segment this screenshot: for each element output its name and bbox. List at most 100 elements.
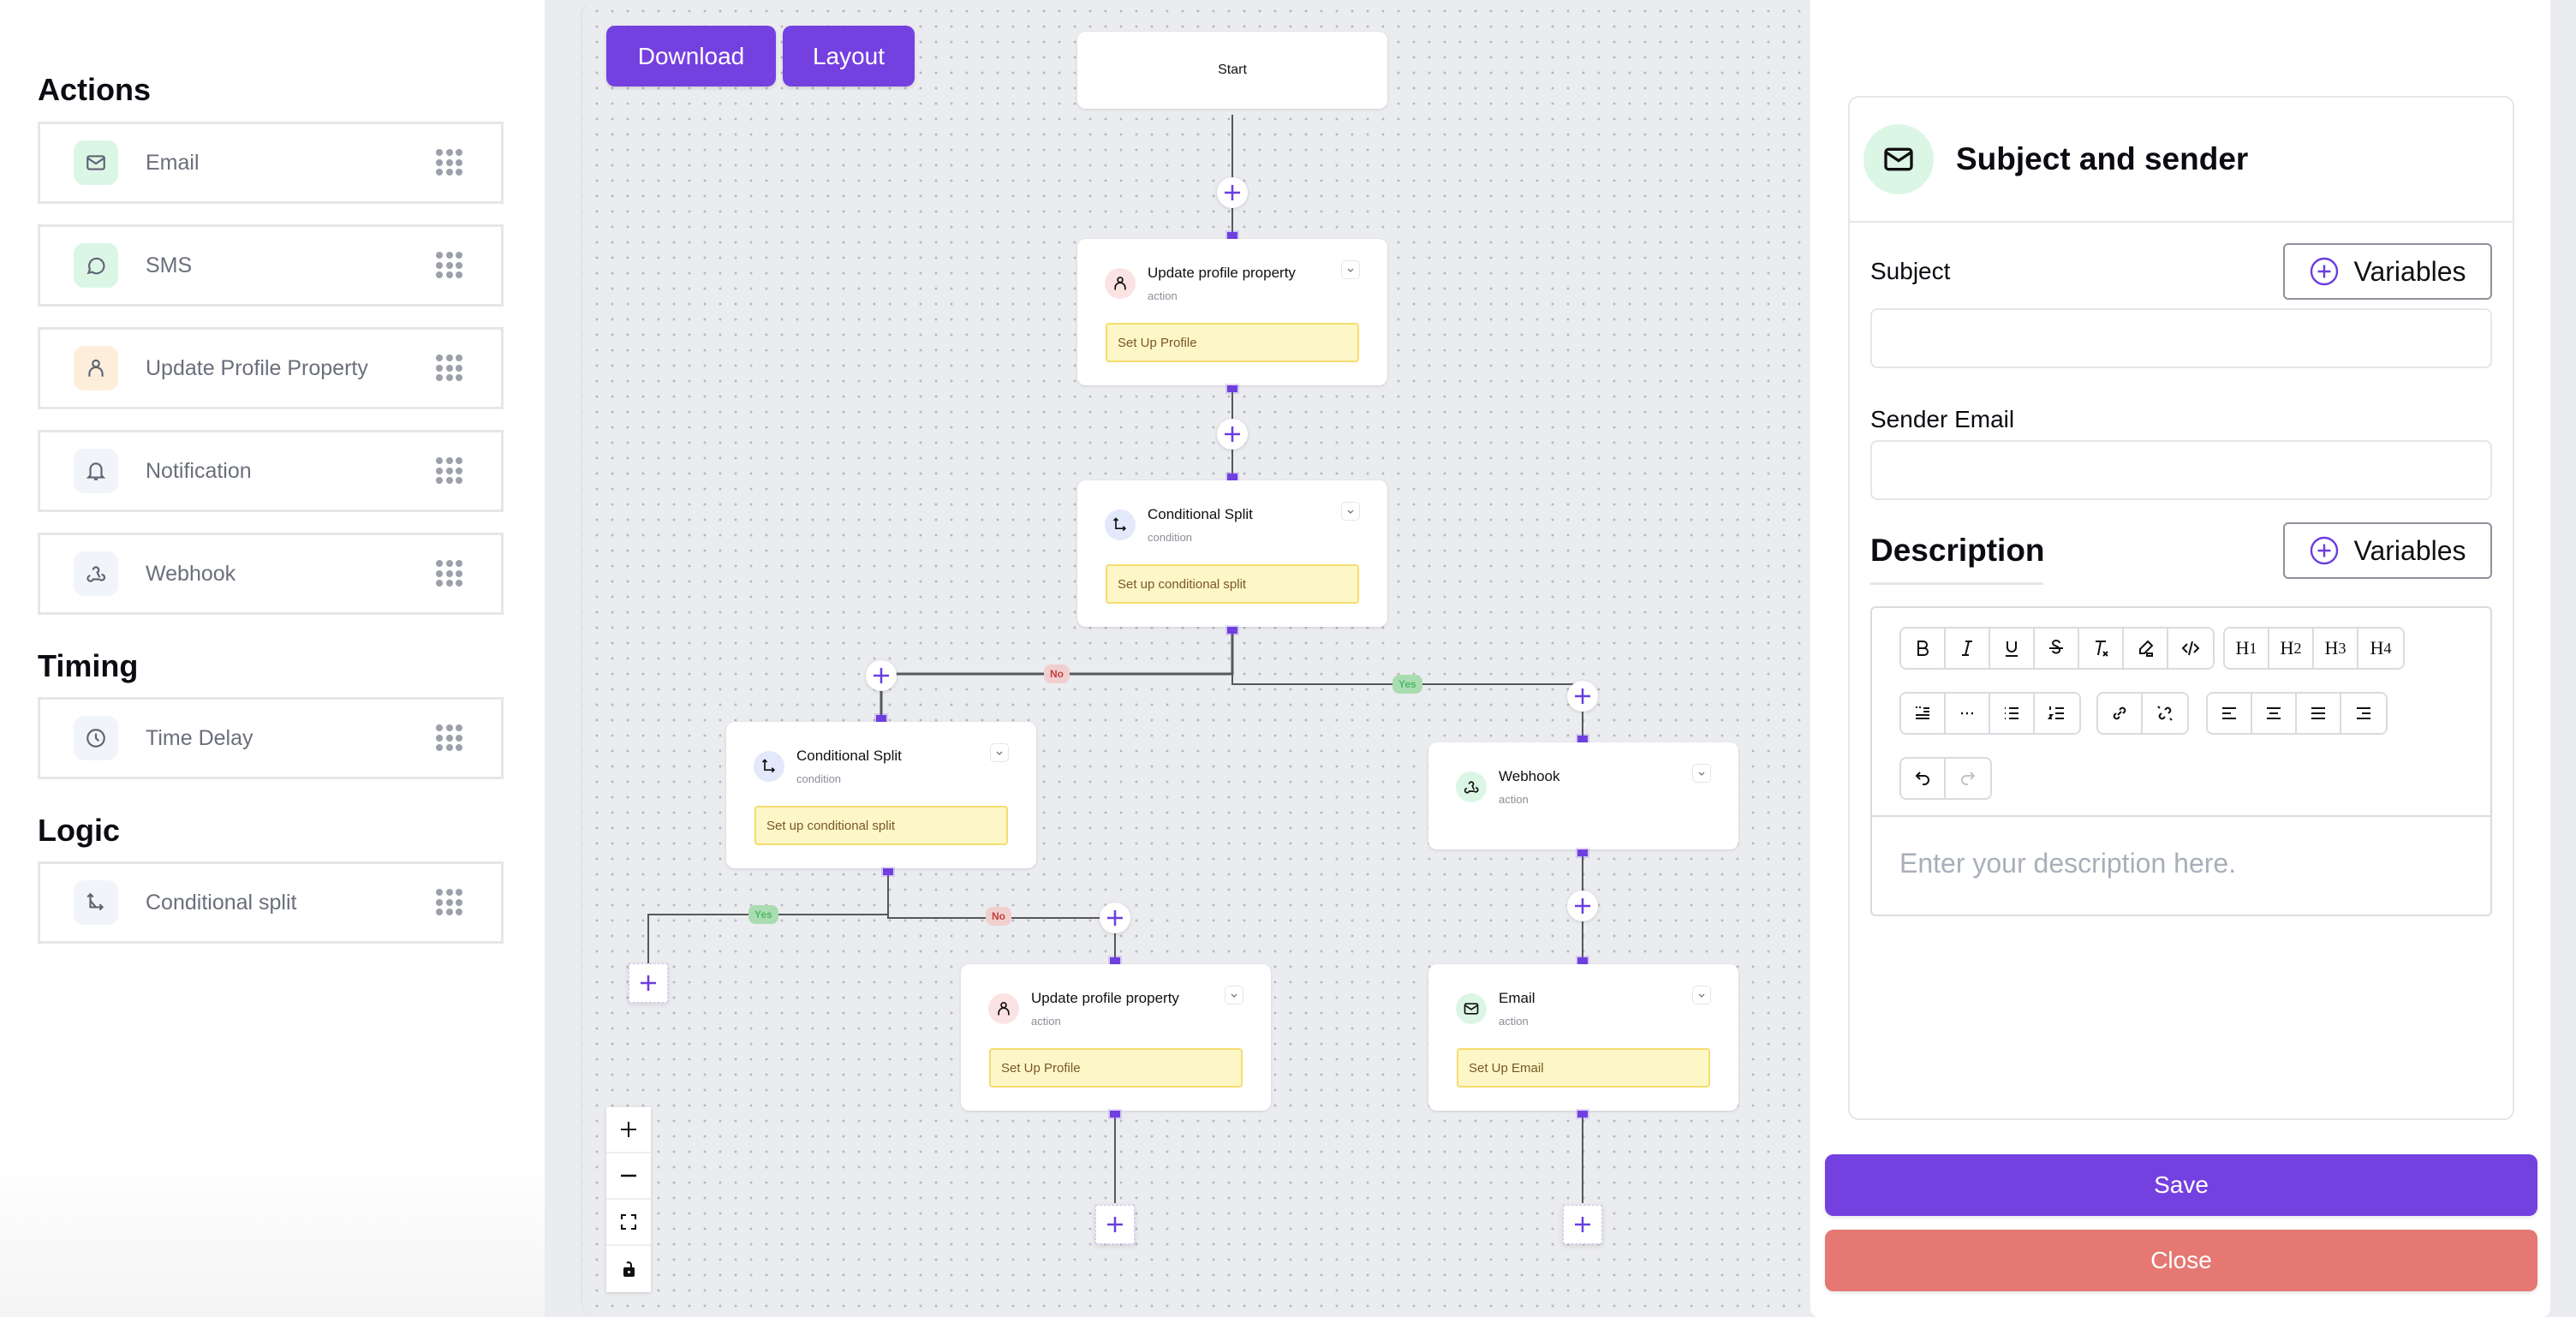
flow-node-conditional-split[interactable]: Conditional Split condition Set up condi… [726, 722, 1036, 868]
start-node[interactable]: Start [1077, 32, 1387, 109]
node-input-handle[interactable] [1577, 957, 1588, 964]
node-setup-button[interactable]: Set Up Email [1457, 1048, 1710, 1088]
undo-button[interactable] [1901, 759, 1946, 798]
node-menu-chevron-icon[interactable] [1692, 764, 1711, 783]
align-justify-button[interactable] [2297, 694, 2341, 733]
add-step-button[interactable] [1217, 419, 1248, 450]
unlink-button[interactable] [2143, 694, 2187, 733]
zoom-in-button[interactable] [606, 1107, 651, 1153]
underline-button[interactable] [1990, 629, 2035, 668]
heading-1-button[interactable]: H1 [2225, 629, 2269, 668]
close-button[interactable]: Close [1825, 1230, 2537, 1291]
palette-item-webhook[interactable]: Webhook [38, 533, 504, 615]
bullet-list-button[interactable] [1990, 694, 2035, 733]
add-step-placeholder-button[interactable] [1563, 1205, 1602, 1244]
node-input-handle[interactable] [1577, 736, 1588, 742]
node-input-handle[interactable] [1227, 232, 1237, 239]
description-variables-button[interactable]: Variables [2283, 522, 2492, 579]
drag-handle-icon[interactable] [436, 560, 463, 587]
flow-node-email[interactable]: Email action Set Up Email [1428, 964, 1738, 1111]
add-step-button[interactable] [1567, 891, 1598, 921]
palette-item-notification[interactable]: Notification [38, 430, 504, 512]
layout-button[interactable]: Layout [783, 26, 915, 86]
subject-variables-button[interactable]: Variables [2283, 243, 2492, 300]
redo-button[interactable] [1946, 759, 1990, 798]
zoom-out-button[interactable] [606, 1153, 651, 1200]
node-title: Conditional Split [1148, 506, 1253, 522]
drag-handle-icon[interactable] [436, 252, 463, 279]
ordered-list-button[interactable] [2035, 694, 2079, 733]
node-type: action [1499, 793, 1529, 806]
fit-view-button[interactable] [606, 1200, 651, 1246]
palette-item-email[interactable]: Email [38, 122, 504, 204]
highlight-button[interactable] [2124, 629, 2168, 668]
node-setup-button[interactable]: Set up conditional split [1106, 564, 1359, 604]
palette-item-time-delay[interactable]: Time Delay [38, 697, 504, 779]
node-output-handle[interactable] [1577, 1111, 1588, 1117]
node-menu-chevron-icon[interactable] [1225, 986, 1243, 1004]
download-button[interactable]: Download [606, 26, 776, 86]
drag-handle-icon[interactable] [436, 889, 463, 916]
add-step-button[interactable] [866, 660, 897, 691]
plus-circle-icon [2311, 536, 2339, 565]
italic-button[interactable] [1946, 629, 1990, 668]
clear-format-button[interactable] [2079, 629, 2124, 668]
palette-item-conditional-split[interactable]: Conditional split [38, 861, 504, 944]
node-input-handle[interactable] [876, 715, 886, 722]
flow-canvas[interactable]: Download Layout Start Update profile pro… [545, 0, 1810, 1317]
add-step-placeholder-button[interactable] [1095, 1205, 1135, 1244]
flow-node-conditional-split[interactable]: Conditional Split condition Set up condi… [1077, 480, 1387, 627]
split-icon [1105, 510, 1136, 540]
node-output-handle[interactable] [883, 868, 893, 875]
flow-node-webhook[interactable]: Webhook action [1428, 742, 1738, 849]
node-menu-chevron-icon[interactable] [990, 743, 1009, 762]
palette-item-label: SMS [146, 253, 193, 277]
strikethrough-button[interactable] [2035, 629, 2079, 668]
heading-3-button[interactable]: H3 [2314, 629, 2358, 668]
node-input-handle[interactable] [1227, 474, 1237, 480]
save-button[interactable]: Save [1825, 1154, 2537, 1216]
palette-item-update-profile-property[interactable]: Update Profile Property [38, 327, 504, 409]
horizontal-rule-button[interactable] [1946, 694, 1990, 733]
node-setup-button[interactable]: Set up conditional split [754, 806, 1008, 845]
palette-item-sms[interactable]: SMS [38, 224, 504, 307]
palette-item-label: Time Delay [146, 725, 253, 750]
node-palette-sidebar: Actions Email SMS Update Profile Propert… [0, 0, 545, 1317]
subject-input[interactable] [1870, 308, 2492, 368]
description-editor-input[interactable]: Enter your description here. [1872, 817, 2490, 910]
heading-2-button[interactable]: H2 [2269, 629, 2314, 668]
align-left-button[interactable] [2208, 694, 2252, 733]
node-input-handle[interactable] [1110, 957, 1120, 964]
drag-handle-icon[interactable] [436, 724, 463, 752]
sender-email-input[interactable] [1870, 440, 2492, 500]
add-step-button[interactable] [1100, 903, 1130, 933]
flow-node-update-profile-property[interactable]: Update profile property action Set Up Pr… [1077, 239, 1387, 385]
drag-handle-icon[interactable] [436, 149, 463, 176]
description-underline [1870, 582, 2043, 585]
bold-button[interactable] [1901, 629, 1946, 668]
add-step-placeholder-button[interactable] [629, 963, 668, 1003]
heading-4-button[interactable]: H4 [2358, 629, 2403, 668]
drag-handle-icon[interactable] [436, 355, 463, 382]
palette-item-label: Conditional split [146, 890, 297, 915]
add-step-button[interactable] [1567, 681, 1598, 712]
link-button[interactable] [2098, 694, 2143, 733]
canvas-grid [581, 0, 1810, 1317]
toggle-lock-button[interactable] [606, 1246, 651, 1292]
node-setup-button[interactable]: Set Up Profile [989, 1048, 1243, 1088]
align-center-button[interactable] [2252, 694, 2297, 733]
node-menu-chevron-icon[interactable] [1692, 986, 1711, 1004]
node-output-handle[interactable] [1227, 385, 1237, 392]
code-button[interactable] [2168, 629, 2213, 668]
drag-handle-icon[interactable] [436, 457, 463, 485]
node-menu-chevron-icon[interactable] [1341, 260, 1360, 279]
node-menu-chevron-icon[interactable] [1341, 502, 1360, 521]
blockquote-button[interactable] [1901, 694, 1946, 733]
flow-node-update-profile-property[interactable]: Update profile property action Set Up Pr… [961, 964, 1271, 1111]
node-output-handle[interactable] [1227, 627, 1237, 634]
align-right-button[interactable] [2341, 694, 2386, 733]
node-setup-button[interactable]: Set Up Profile [1106, 323, 1359, 362]
node-output-handle[interactable] [1577, 849, 1588, 856]
node-output-handle[interactable] [1110, 1111, 1120, 1117]
add-step-button[interactable] [1217, 177, 1248, 208]
